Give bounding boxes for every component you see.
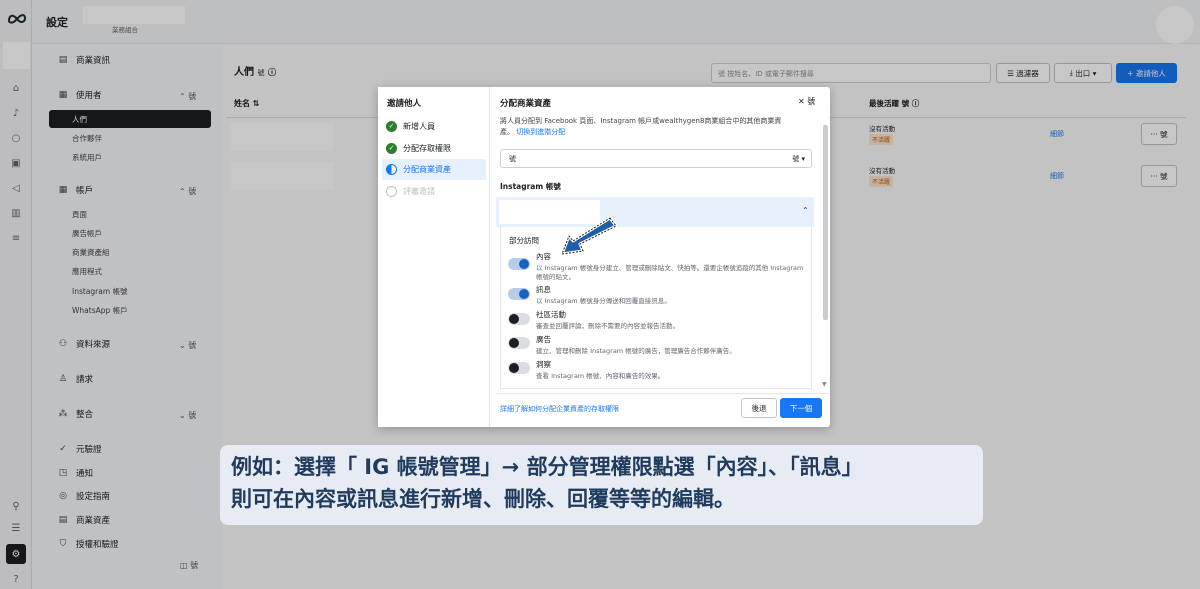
close-button[interactable]: ✕ 號 bbox=[798, 96, 815, 107]
chevron-up-icon[interactable]: ⌃ bbox=[802, 206, 809, 215]
permission-desc: 審查並回覆評論，刪除不需要的內容並報告活動。 bbox=[536, 322, 679, 330]
scroll-down-icon[interactable]: ▼ bbox=[822, 381, 827, 388]
modal-scrollbar[interactable] bbox=[823, 125, 828, 320]
step-label: 分配存取權限 bbox=[403, 143, 451, 153]
chevron-down-icon: 號 ▾ bbox=[792, 155, 805, 163]
permission-desc: 以 Instagram 帳號身分建立、管理或刪除貼文、快拍等。還要企帳號追蹤的其… bbox=[536, 264, 804, 272]
toggle-community[interactable] bbox=[508, 313, 530, 325]
instagram-section-label: Instagram 帳號 bbox=[500, 182, 561, 191]
permission-title: 內容 bbox=[536, 252, 551, 261]
pointer-arrow-icon bbox=[560, 216, 618, 256]
step-assign-assets[interactable]: 分配商業資產 bbox=[386, 161, 451, 177]
advanced-assignment-link[interactable]: 切換到進階分配 bbox=[516, 128, 565, 136]
close-icon: ✕ bbox=[798, 97, 805, 106]
step-label: 新增人員 bbox=[403, 121, 435, 131]
permission-title: 社區活動 bbox=[536, 310, 566, 319]
modal-footer-divider bbox=[496, 393, 830, 394]
invite-steps-panel: 邀請他人 ✓ 新增人員 ✓ 分配存取權限 分配商業資產 評審邀請 bbox=[378, 87, 490, 427]
toggle-content[interactable] bbox=[508, 258, 530, 270]
step-add-people[interactable]: ✓ 新增人員 bbox=[386, 118, 435, 134]
toggle-messages[interactable] bbox=[508, 288, 530, 300]
check-circle-icon: ✓ bbox=[386, 120, 397, 132]
check-circle-icon: ✓ bbox=[386, 142, 397, 154]
modal-left-title: 邀請他人 bbox=[387, 99, 422, 109]
instagram-account-row[interactable]: ⌃ bbox=[496, 197, 814, 227]
step-label: 評審邀請 bbox=[403, 186, 435, 196]
tutorial-caption: 例如：選擇「 IG 帳號管理」→ 部分管理權限點選「內容」、「訊息」 則可在內容… bbox=[220, 445, 983, 525]
asset-type-select[interactable]: 號 號 ▾ bbox=[500, 149, 812, 168]
select-value: 號 bbox=[509, 155, 516, 163]
toggle-ads[interactable] bbox=[508, 337, 530, 349]
permission-title: 廣告 bbox=[536, 335, 551, 344]
permission-desc: 帳號的貼文。 bbox=[536, 273, 575, 281]
modal-title: 分配商業資產 bbox=[500, 99, 552, 109]
step-label: 分配商業資產 bbox=[403, 164, 451, 174]
modal-description-2: 產。 切換到進階分配 bbox=[500, 128, 566, 136]
step-review: 評審邀請 bbox=[386, 183, 435, 199]
next-button[interactable]: 下一個 bbox=[780, 398, 822, 418]
step-assign-access[interactable]: ✓ 分配存取權限 bbox=[386, 140, 451, 156]
permission-desc: 查看 Instagram 帳號、內容和廣告的效果。 bbox=[536, 372, 665, 380]
permission-desc: 建立、管理和刪除 Instagram 帳號的廣告，管理廣告合作夥伴廣告。 bbox=[536, 347, 736, 355]
caption-line-2: 則可在內容或訊息進行新增、刪除、回覆等等的編輯。 bbox=[231, 487, 735, 511]
partial-access-label: 部分訪問 bbox=[509, 236, 539, 245]
permission-title: 訊息 bbox=[536, 285, 551, 294]
learn-more-link[interactable]: 詳細了解如何分配企業資產的存取權限 bbox=[500, 404, 619, 414]
permission-title: 洞察 bbox=[536, 360, 551, 369]
modal-description: 將人員分配到 Facebook 頁面、Instagram 帳戶或wealthyg… bbox=[500, 117, 782, 125]
back-button[interactable]: 後退 bbox=[741, 398, 777, 418]
permission-desc: 以 Instagram 帳號身分傳送和回覆直接訊息。 bbox=[536, 297, 671, 305]
caption-line-1: 例如：選擇「 IG 帳號管理」→ 部分管理權限點選「內容」、「訊息」 bbox=[231, 455, 863, 479]
empty-circle-icon bbox=[386, 185, 397, 197]
half-circle-icon bbox=[386, 163, 397, 175]
toggle-insights[interactable] bbox=[508, 362, 530, 374]
